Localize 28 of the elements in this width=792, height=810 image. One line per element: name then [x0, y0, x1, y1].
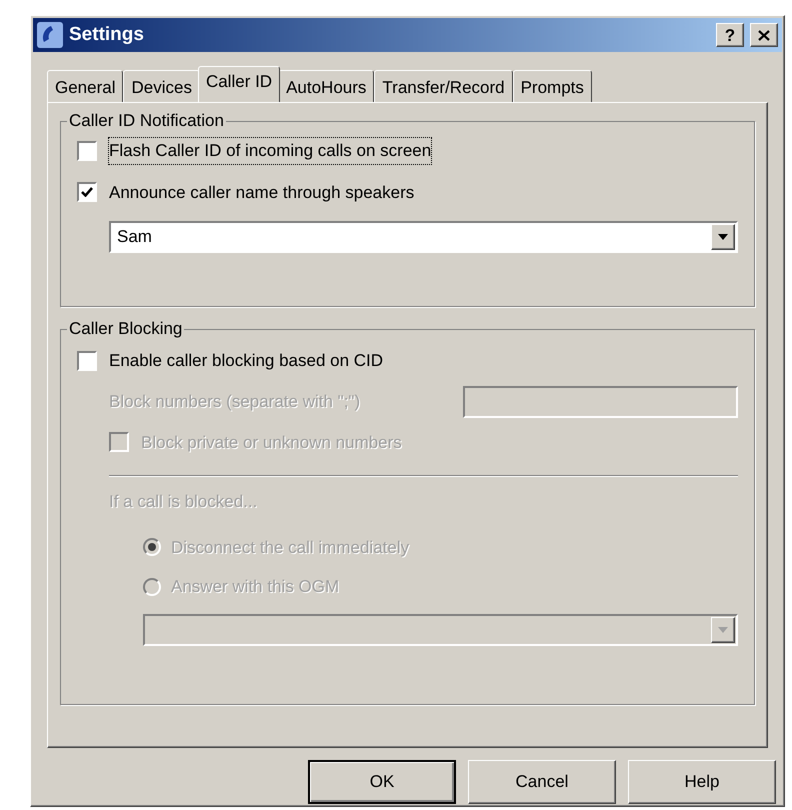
dropdown[interactable]: Sam [109, 221, 738, 253]
tab[interactable]: General [47, 70, 124, 102]
checkbox[interactable] [77, 350, 97, 371]
group-title: Caller Blocking [67, 319, 184, 339]
close-icon [758, 30, 770, 40]
checkbox[interactable] [77, 140, 97, 161]
tab[interactable]: Devices [123, 70, 200, 102]
checkbox-label: Announce caller name through speakers [109, 182, 414, 204]
phone-icon [37, 22, 63, 48]
caret-down-icon [718, 234, 728, 240]
dialog-button[interactable]: Help [628, 760, 776, 804]
tab[interactable]: Caller ID [198, 66, 280, 102]
dropdown-value: Sam [116, 226, 153, 248]
tab[interactable]: Prompts [512, 70, 592, 102]
help-button[interactable]: ? [716, 23, 744, 47]
block-numbers-field[interactable] [463, 386, 738, 418]
checkbox[interactable] [77, 182, 97, 202]
dialog-button[interactable]: Cancel [468, 760, 616, 804]
dialog-button[interactable]: OK [308, 760, 456, 804]
tab[interactable]: Transfer/Record [374, 70, 513, 102]
checkmark-icon [81, 187, 93, 198]
tab[interactable]: AutoHours [278, 70, 374, 102]
checkbox-label: Enable caller blocking based on CID [109, 350, 384, 372]
dropdown-arrow-button[interactable] [711, 224, 735, 250]
caret-down-icon [718, 626, 728, 632]
checkbox-label: Flash Caller ID of incoming calls on screen [109, 138, 432, 164]
close-button[interactable] [750, 23, 778, 47]
window-title: Settings [69, 22, 145, 47]
